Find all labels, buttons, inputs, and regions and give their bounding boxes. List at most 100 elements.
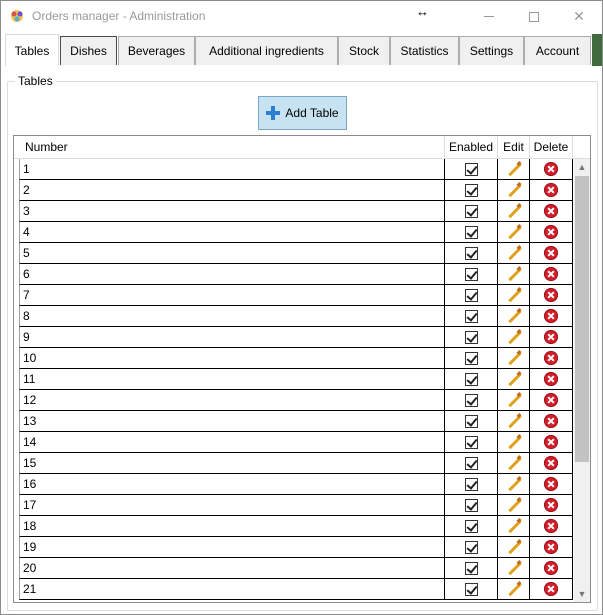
pencil-icon[interactable]	[506, 287, 522, 303]
enabled-checkbox[interactable]	[464, 267, 478, 281]
enabled-checkbox[interactable]	[464, 351, 478, 365]
delete-icon[interactable]	[544, 477, 558, 491]
enabled-checkbox[interactable]	[464, 498, 478, 512]
pencil-icon[interactable]	[506, 539, 522, 555]
pencil-icon[interactable]	[506, 224, 522, 240]
minimize-button[interactable]	[466, 1, 512, 32]
table-row[interactable]: 20	[14, 558, 574, 579]
column-header-edit[interactable]: Edit	[498, 136, 530, 159]
tab-statistics[interactable]: Statistics	[390, 36, 459, 65]
table-row[interactable]: 16	[14, 474, 574, 495]
table-row[interactable]: 1	[14, 159, 574, 180]
table-row[interactable]: 18	[14, 516, 574, 537]
pencil-icon[interactable]	[506, 476, 522, 492]
enabled-checkbox[interactable]	[464, 162, 478, 176]
tab-stock[interactable]: Stock	[338, 36, 390, 65]
delete-icon[interactable]	[544, 225, 558, 239]
pencil-icon[interactable]	[506, 350, 522, 366]
enabled-checkbox[interactable]	[464, 435, 478, 449]
table-row[interactable]: 15	[14, 453, 574, 474]
pencil-icon[interactable]	[506, 497, 522, 513]
enabled-checkbox[interactable]	[464, 372, 478, 386]
enabled-checkbox[interactable]	[464, 561, 478, 575]
delete-icon[interactable]	[544, 519, 558, 533]
delete-icon[interactable]	[544, 162, 558, 176]
scroll-down-icon[interactable]: ▼	[574, 586, 590, 602]
delete-icon[interactable]	[544, 351, 558, 365]
enabled-checkbox[interactable]	[464, 288, 478, 302]
add-table-button[interactable]: Add Table	[258, 96, 347, 130]
enabled-checkbox[interactable]	[464, 477, 478, 491]
table-row[interactable]: 14	[14, 432, 574, 453]
pencil-icon[interactable]	[506, 434, 522, 450]
enabled-checkbox[interactable]	[464, 540, 478, 554]
table-row[interactable]: 13	[14, 411, 574, 432]
delete-icon[interactable]	[544, 540, 558, 554]
column-header-enabled[interactable]: Enabled	[445, 136, 498, 159]
enabled-checkbox[interactable]	[464, 246, 478, 260]
table-row[interactable]: 4	[14, 222, 574, 243]
enabled-checkbox[interactable]	[464, 330, 478, 344]
delete-icon[interactable]	[544, 288, 558, 302]
delete-icon[interactable]	[544, 393, 558, 407]
delete-icon[interactable]	[544, 561, 558, 575]
table-row[interactable]: 19	[14, 537, 574, 558]
tab-beverages[interactable]: Beverages	[118, 36, 195, 65]
delete-icon[interactable]	[544, 204, 558, 218]
pencil-icon[interactable]	[506, 329, 522, 345]
delete-icon[interactable]	[544, 246, 558, 260]
pencil-icon[interactable]	[506, 161, 522, 177]
tab-dishes[interactable]: Dishes	[60, 36, 117, 65]
pencil-icon[interactable]	[506, 203, 522, 219]
pencil-icon[interactable]	[506, 518, 522, 534]
table-row[interactable]: 9	[14, 327, 574, 348]
pencil-icon[interactable]	[506, 245, 522, 261]
delete-icon[interactable]	[544, 414, 558, 428]
pencil-icon[interactable]	[506, 581, 522, 597]
delete-icon[interactable]	[544, 456, 558, 470]
table-row[interactable]: 8	[14, 306, 574, 327]
delete-icon[interactable]	[544, 267, 558, 281]
enabled-checkbox[interactable]	[464, 393, 478, 407]
enabled-checkbox[interactable]	[464, 183, 478, 197]
enabled-checkbox[interactable]	[464, 456, 478, 470]
vertical-scrollbar[interactable]: ▲ ▼	[574, 159, 590, 602]
delete-icon[interactable]	[544, 498, 558, 512]
pencil-icon[interactable]	[506, 413, 522, 429]
pencil-icon[interactable]	[506, 371, 522, 387]
table-row[interactable]: 21	[14, 579, 574, 600]
delete-icon[interactable]	[544, 330, 558, 344]
enabled-checkbox[interactable]	[464, 309, 478, 323]
table-row[interactable]: 6	[14, 264, 574, 285]
delete-icon[interactable]	[544, 183, 558, 197]
table-row[interactable]: 5	[14, 243, 574, 264]
enabled-checkbox[interactable]	[464, 582, 478, 596]
tab-settings[interactable]: Settings	[459, 36, 524, 65]
pencil-icon[interactable]	[506, 266, 522, 282]
column-header-delete[interactable]: Delete	[530, 136, 573, 159]
enabled-checkbox[interactable]	[464, 204, 478, 218]
table-row[interactable]: 12	[14, 390, 574, 411]
enabled-checkbox[interactable]	[464, 519, 478, 533]
enabled-checkbox[interactable]	[464, 225, 478, 239]
tab-account[interactable]: Account	[524, 36, 591, 65]
table-row[interactable]: 11	[14, 369, 574, 390]
scroll-thumb[interactable]	[575, 176, 589, 462]
delete-icon[interactable]	[544, 309, 558, 323]
table-row[interactable]: 7	[14, 285, 574, 306]
pencil-icon[interactable]	[506, 308, 522, 324]
title-bar[interactable]: Orders manager - Administration ↔ ✕	[1, 1, 602, 32]
delete-icon[interactable]	[544, 582, 558, 596]
table-row[interactable]: 17	[14, 495, 574, 516]
delete-icon[interactable]	[544, 435, 558, 449]
column-header-number[interactable]: Number	[20, 136, 445, 159]
table-row[interactable]: 2	[14, 180, 574, 201]
pencil-icon[interactable]	[506, 560, 522, 576]
table-row[interactable]: 10	[14, 348, 574, 369]
enabled-checkbox[interactable]	[464, 414, 478, 428]
maximize-button[interactable]	[511, 1, 557, 32]
delete-icon[interactable]	[544, 372, 558, 386]
pencil-icon[interactable]	[506, 455, 522, 471]
pencil-icon[interactable]	[506, 392, 522, 408]
tab-tables[interactable]: Tables	[5, 34, 59, 66]
